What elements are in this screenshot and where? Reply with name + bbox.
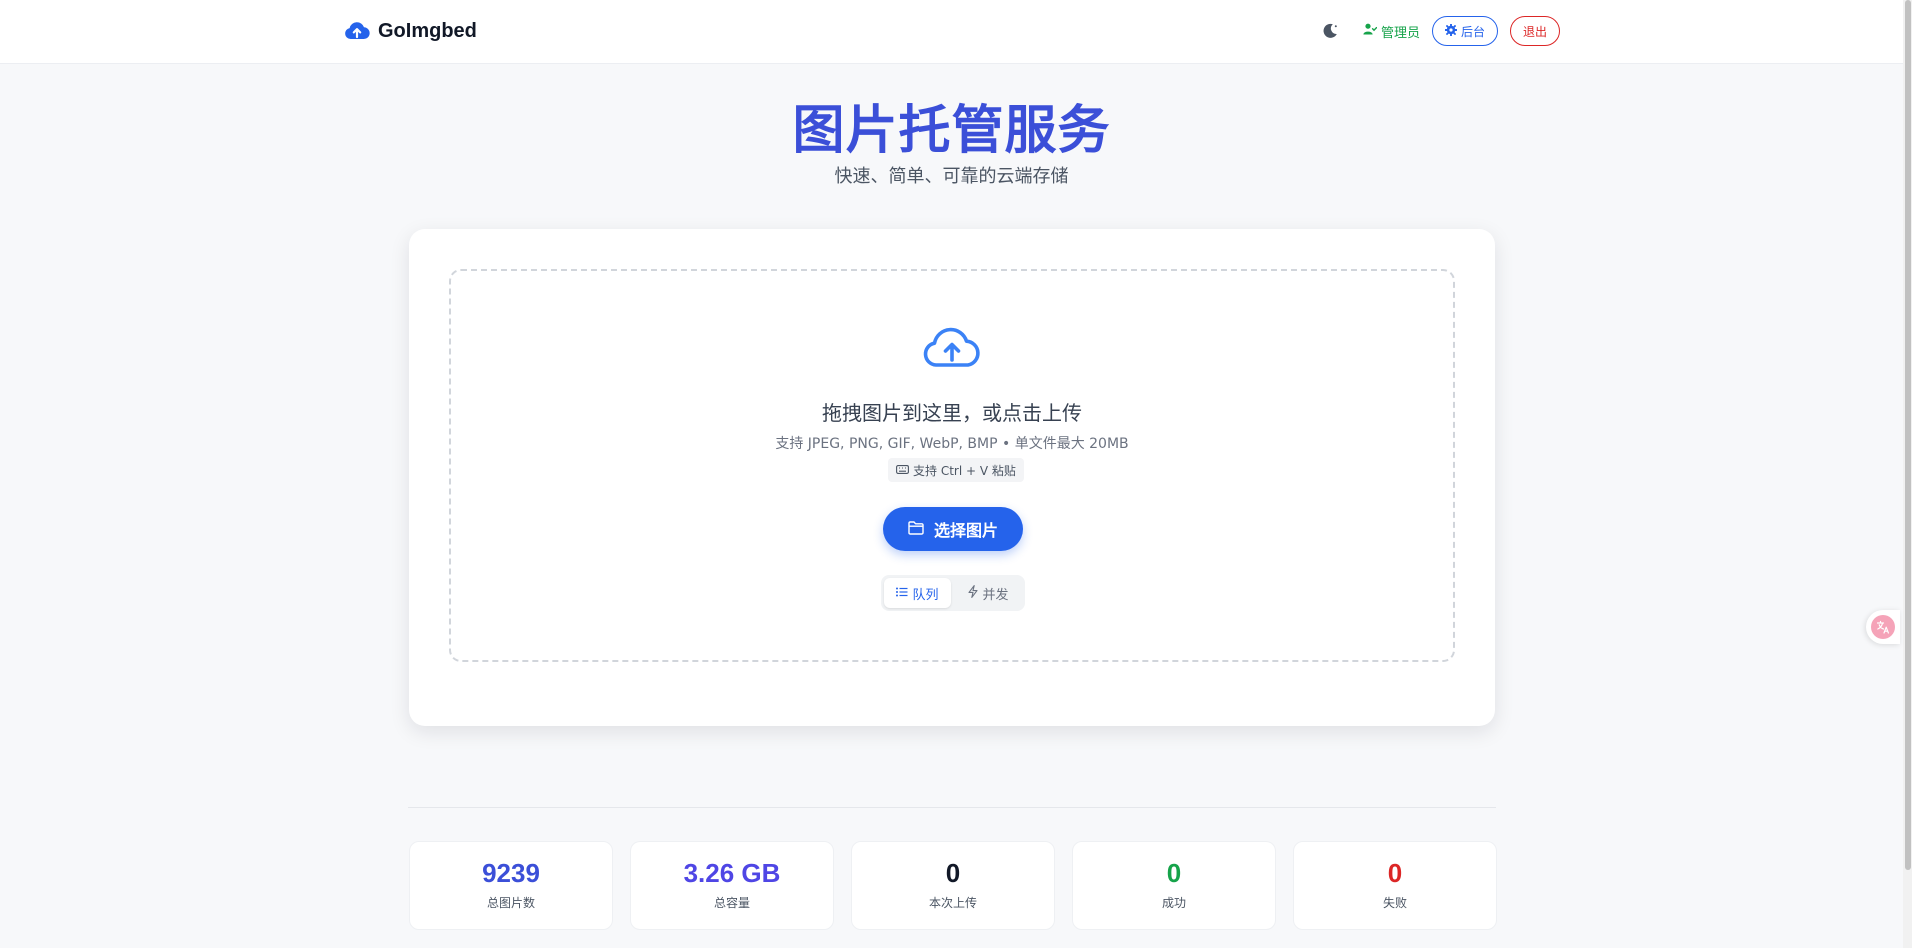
- gear-icon: [1444, 22, 1458, 39]
- current-user: 管理员: [1363, 22, 1420, 41]
- user-role-label: 管理员: [1380, 25, 1420, 41]
- paste-hint-badge: 支持 Ctrl + V 粘贴: [888, 458, 1024, 482]
- stat-value: 0: [1387, 858, 1403, 888]
- dropzone-title: 拖拽图片到这里，或点击上传: [822, 401, 1082, 425]
- select-images-button[interactable]: 选择图片: [883, 507, 1023, 551]
- stat-total-capacity: 3.26 GB 总容量: [630, 841, 834, 930]
- stat-session-uploads: 0 本次上传: [851, 841, 1055, 930]
- user-check-icon: [1363, 23, 1378, 39]
- stat-value: 0: [1166, 858, 1182, 888]
- stat-label: 失败: [1382, 896, 1407, 910]
- cloud-upload-icon: [344, 18, 370, 44]
- cloud-upload-icon: [920, 323, 984, 371]
- stat-label: 本次上传: [928, 896, 977, 910]
- mode-option-queue[interactable]: 队列: [884, 578, 951, 608]
- stats-row: 9239 总图片数 3.26 GB 总容量 0 本次上传 0 成功 0 失败: [409, 841, 1497, 930]
- upload-dropzone[interactable]: 拖拽图片到这里，或点击上传 支持 JPEG, PNG, GIF, WebP, B…: [449, 269, 1455, 662]
- stat-value: 9239: [482, 858, 540, 888]
- top-navbar: GoImgbed 管理员 后台 退出: [0, 0, 1903, 64]
- mode-option-concurrent[interactable]: 并发: [955, 578, 1022, 608]
- keyboard-icon: [896, 463, 909, 477]
- stat-label: 成功: [1161, 896, 1186, 910]
- logout-button[interactable]: 退出: [1509, 16, 1560, 46]
- stat-success: 0 成功: [1072, 841, 1276, 930]
- stat-value: 0: [945, 858, 961, 888]
- lightning-icon: [968, 584, 979, 602]
- translate-icon: [1871, 615, 1895, 639]
- upload-mode-toggle: 队列 并发: [881, 575, 1025, 611]
- upload-card: 拖拽图片到这里，或点击上传 支持 JPEG, PNG, GIF, WebP, B…: [409, 229, 1495, 726]
- translate-button[interactable]: [1866, 610, 1900, 644]
- brand-logo[interactable]: GoImgbed: [344, 18, 477, 44]
- admin-button-label: 后台: [1460, 24, 1485, 39]
- list-icon: [896, 586, 908, 601]
- admin-panel-button[interactable]: 后台: [1431, 16, 1498, 46]
- brand-name: GoImgbed: [378, 19, 477, 42]
- paste-hint-label: 支持 Ctrl + V 粘贴: [913, 463, 1016, 478]
- stat-value: 3.26 GB: [683, 858, 781, 888]
- section-divider: [408, 807, 1496, 808]
- moon-icon[interactable]: [1319, 20, 1341, 42]
- stat-total-images: 9239 总图片数: [409, 841, 613, 930]
- folder-icon: [908, 520, 924, 539]
- mode-concurrent-label: 并发: [982, 587, 1009, 603]
- logout-button-label: 退出: [1522, 24, 1547, 39]
- stat-label: 总图片数: [486, 896, 535, 910]
- mode-queue-label: 队列: [912, 587, 939, 603]
- stat-label: 总容量: [713, 896, 750, 910]
- stat-failed: 0 失败: [1293, 841, 1497, 930]
- page-subtitle: 快速、简单、可靠的云端存储: [834, 166, 1069, 187]
- select-images-label: 选择图片: [933, 521, 998, 540]
- dropzone-hint: 支持 JPEG, PNG, GIF, WebP, BMP • 单文件最大 20M…: [775, 436, 1129, 452]
- scrollbar-thumb[interactable]: [1905, 0, 1911, 870]
- page-title: 图片托管服务: [792, 101, 1111, 161]
